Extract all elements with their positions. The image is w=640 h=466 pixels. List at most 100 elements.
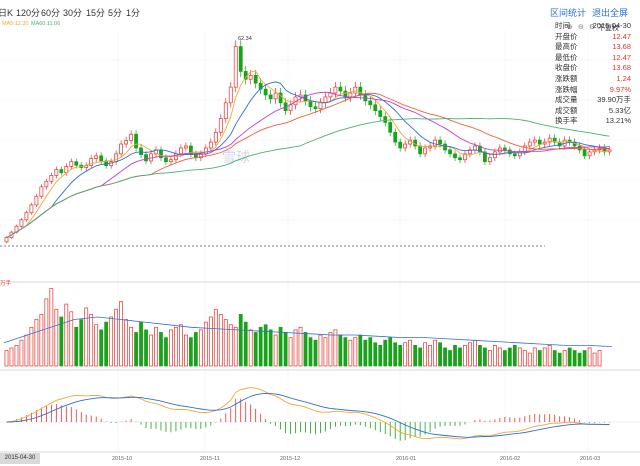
- volume-bar-24: [124, 319, 128, 367]
- volume-bar-2: [14, 345, 19, 367]
- volume-bar-12: [64, 303, 69, 367]
- candle-62: [313, 106, 318, 110]
- volume-bar-42: [213, 308, 218, 367]
- volume-bar-58: [293, 329, 298, 367]
- candle-13: [69, 161, 74, 167]
- info-row-close: 收盘价 13.68: [555, 63, 631, 73]
- candle-78: [393, 131, 398, 143]
- x-tick-2016-03: 2016-03: [580, 456, 601, 462]
- volume-bar-45: [228, 324, 233, 367]
- volume-bar-100: [502, 350, 507, 367]
- volume-bar-54: [273, 334, 278, 367]
- volume-bar-16: [84, 307, 89, 367]
- volume-bar-65: [328, 332, 333, 367]
- candle-54: [273, 92, 278, 100]
- volume-bar-74: [373, 342, 378, 367]
- volume-bar-35: [179, 324, 183, 367]
- volume-bar-92: [463, 345, 467, 367]
- candle-4: [24, 212, 29, 221]
- volume-bar-0: [4, 350, 9, 367]
- volume-bar-95: [478, 345, 482, 367]
- candle-7: [39, 186, 44, 197]
- volume-bar-4: [24, 334, 29, 367]
- volume-bar-114: [572, 350, 577, 367]
- info-row-time: 时间 2015-04-30: [555, 21, 631, 30]
- volume-bar-61: [308, 337, 313, 367]
- volume-bar-98: [492, 345, 497, 367]
- candle-66: [333, 86, 338, 94]
- candle-80: [403, 143, 408, 149]
- volume-bar-19: [99, 329, 104, 367]
- candle-117: [587, 151, 592, 157]
- volume-bar-115: [577, 352, 582, 367]
- x-tick-2016-01: 2016-01: [396, 456, 417, 462]
- volume-bar-91: [458, 347, 462, 367]
- candle-10: [54, 169, 59, 176]
- info-row-change-pct: 涨跌幅 9.97%: [555, 84, 631, 94]
- volume-bar-53: [268, 329, 273, 367]
- volume-bar-116: [582, 350, 587, 367]
- volume-bars: [3, 288, 613, 367]
- volume-bar-40: [203, 321, 208, 367]
- candle-61: [308, 100, 313, 108]
- volume-bar-60: [303, 332, 308, 367]
- volume-bar-52: [263, 324, 268, 367]
- candle-116: [582, 149, 587, 157]
- volume-bar-62: [313, 339, 318, 367]
- volume-bar-112: [562, 350, 567, 367]
- peak-label: 62.34: [238, 36, 252, 42]
- candle-36: [184, 145, 188, 149]
- volume-bar-89: [448, 350, 452, 367]
- volume-bar-64: [323, 337, 328, 367]
- volume-bar-67: [338, 334, 343, 367]
- candle-40: [203, 147, 208, 155]
- volume-bar-105: [527, 352, 532, 367]
- volume-bar-28: [144, 329, 148, 367]
- candle-26: [134, 133, 138, 149]
- volume-bar-18: [94, 324, 99, 367]
- volume-bar-90: [453, 345, 457, 367]
- volume-bar-96: [483, 347, 487, 367]
- macd-panel: [0, 387, 640, 441]
- volume-bar-97: [488, 350, 492, 367]
- volume-bar-118: [592, 352, 597, 367]
- volume-bar-75: [378, 345, 383, 367]
- candle-102: [512, 153, 517, 157]
- candle-28: [144, 154, 148, 162]
- info-row-open: 开盘价 12.47: [555, 31, 631, 41]
- volume-bar-31: [159, 332, 163, 367]
- ma20-line: [6, 91, 610, 238]
- volume-bar-32: [164, 337, 168, 367]
- candle-19: [99, 155, 104, 162]
- candle-76: [383, 116, 388, 123]
- volume-bar-37: [188, 337, 193, 367]
- candle-71: [358, 86, 363, 96]
- volume-bar-55: [278, 326, 283, 367]
- candle-46: [233, 46, 238, 88]
- volume-bar-47: [238, 314, 243, 367]
- candle-44: [223, 102, 228, 119]
- volume-bar-14: [74, 326, 79, 367]
- volume-bar-119: [597, 350, 602, 367]
- volume-bar-7: [39, 314, 44, 367]
- volume-bar-81: [408, 339, 413, 367]
- x-axis-start-label: 2015-04-30: [0, 453, 40, 464]
- x-tick-2015-12: 2015-12: [280, 456, 301, 462]
- x-tick-2015-11: 2015-11: [200, 456, 220, 462]
- volume-bar-49: [248, 329, 253, 367]
- candle-100: [502, 147, 507, 151]
- volume-bar-111: [557, 352, 562, 367]
- candle-91: [458, 157, 462, 161]
- candle-52: [263, 88, 268, 96]
- volume-bar-78: [393, 342, 398, 367]
- candle-6: [34, 195, 39, 206]
- info-row-volume: 成交量 39.90万手: [555, 95, 631, 105]
- candle-77: [388, 122, 393, 133]
- volume-bar-25: [129, 326, 133, 367]
- candle-9: [49, 175, 54, 182]
- candle-35: [179, 147, 183, 155]
- candle-67: [338, 86, 343, 92]
- candle-79: [398, 141, 403, 149]
- candle-3: [19, 219, 24, 227]
- candle-17: [89, 158, 94, 166]
